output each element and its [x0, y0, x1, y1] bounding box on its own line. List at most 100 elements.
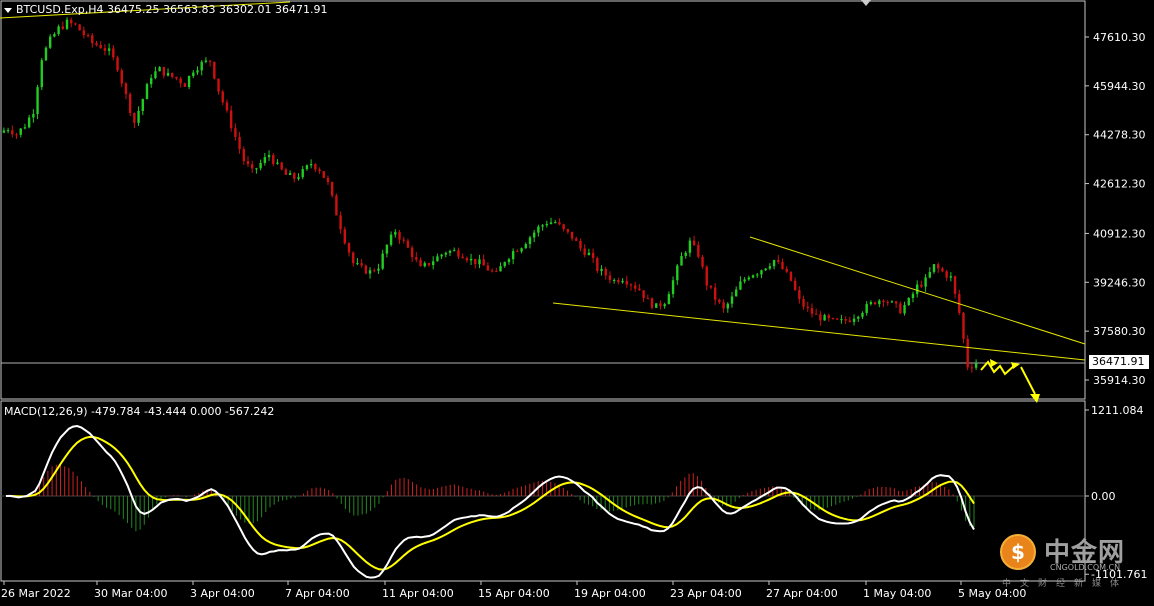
lower-trendline: [552, 302, 1086, 361]
candle-body: [238, 137, 241, 150]
chart-shift-marker-icon[interactable]: [861, 0, 871, 6]
candle-body: [781, 261, 784, 269]
candle-body: [537, 226, 540, 233]
price-axis-label: 42612.30: [1093, 178, 1146, 191]
candle-body: [823, 315, 826, 321]
candle-body: [137, 110, 140, 123]
candle-body: [596, 258, 599, 272]
candle-body: [507, 259, 511, 263]
candle-body: [735, 289, 738, 297]
projection-path: [980, 360, 1017, 376]
candle-body: [86, 35, 90, 37]
candle-body: [175, 76, 178, 79]
candle-body: [650, 298, 654, 308]
candle-body: [385, 244, 389, 254]
current-price-label: 36471.91: [1089, 355, 1149, 369]
candle-body: [179, 78, 182, 84]
candle-body: [150, 78, 153, 85]
candle-body: [680, 255, 683, 266]
candle-body: [431, 261, 435, 266]
candle-body: [697, 244, 700, 257]
candle-body: [318, 169, 321, 172]
candle-body: [486, 265, 490, 271]
candle-body: [448, 250, 452, 253]
candle-body: [162, 67, 166, 76]
candle-body: [61, 26, 65, 29]
candle-body: [840, 319, 843, 321]
candle-body: [474, 258, 477, 265]
candle-body: [684, 252, 687, 256]
candle-body: [730, 296, 734, 304]
symbol-info: BTCUSD.Exp,H4 36475.25 36563.83 36302.01…: [16, 3, 328, 16]
macd-signal-line: [6, 435, 975, 571]
candle-body: [899, 303, 902, 314]
candle-body: [436, 256, 439, 262]
candle-body: [187, 75, 191, 87]
candle-body: [103, 48, 107, 51]
candle-body: [911, 293, 915, 299]
chart-area[interactable]: 47610.30 45944.30 44278.30 42612.30 40912.30…: [0, 0, 1154, 603]
candle-body: [272, 155, 275, 164]
candle-body: [234, 128, 237, 138]
symbol-header[interactable]: BTCUSD.Exp,H4 36475.25 36563.83 36302.01…: [4, 3, 327, 16]
candle-body: [941, 268, 944, 272]
candle-body: [44, 47, 48, 61]
candle-body: [99, 45, 102, 49]
candle-body: [709, 285, 713, 288]
logo-badge-icon: $: [1000, 534, 1036, 570]
trendlines: [0, 1, 1086, 361]
candle-body: [692, 240, 696, 245]
candle-body: [196, 70, 199, 73]
candle-body: [739, 281, 742, 290]
candle-body: [634, 285, 637, 289]
candle-body: [394, 232, 397, 235]
candle-body: [966, 338, 969, 368]
candle-body: [878, 300, 881, 305]
time-axis-label: 11 Apr 04:00: [382, 587, 454, 600]
candle-body: [6, 130, 10, 132]
candle-body: [326, 177, 330, 183]
candle-body: [558, 222, 561, 225]
candle-body: [217, 78, 220, 92]
candle-body: [74, 23, 77, 25]
candle-body: [82, 30, 86, 36]
candle-body: [591, 252, 595, 259]
watermark-logo: $ 中金网 CNGOLD.COM.CN 中文财经新媒体: [1000, 530, 1150, 590]
candle-body: [836, 318, 839, 320]
candle-body: [415, 257, 418, 260]
candle-body: [158, 67, 161, 72]
candle-body: [444, 252, 448, 255]
candle-body: [503, 262, 506, 267]
candle-body: [646, 298, 650, 300]
candle-body: [932, 264, 936, 273]
candle-body: [722, 302, 725, 309]
candle-body: [772, 260, 776, 267]
candle-body: [915, 284, 919, 294]
candle-body: [276, 162, 279, 164]
chevron-down-icon[interactable]: [4, 7, 12, 13]
candle-body: [330, 182, 334, 196]
time-axis-label: 15 Apr 04:00: [478, 587, 550, 600]
candle-body: [949, 276, 953, 278]
candle-body: [255, 168, 258, 170]
candle-body: [663, 304, 666, 307]
candle-body: [19, 128, 22, 135]
candle-body: [549, 222, 553, 224]
candle-body: [962, 312, 965, 339]
candle-body: [861, 312, 864, 317]
candle-body: [873, 302, 877, 305]
candle-body: [284, 169, 288, 175]
time-axis-label: 1 May 04:00: [863, 587, 931, 600]
logo-tagline: 中文财经新媒体: [1002, 579, 1129, 589]
candle-body: [309, 164, 313, 166]
macd-main-line: [5, 424, 975, 579]
candle-body: [751, 275, 755, 278]
candle-body: [301, 169, 304, 178]
candle-body: [890, 301, 894, 303]
candle-body: [764, 268, 767, 271]
candle-body: [482, 259, 485, 266]
candle-body: [465, 258, 469, 261]
candle-body: [532, 232, 536, 238]
chart-svg: 47610.30 45944.30 44278.30 42612.30 40912.30…: [0, 0, 1147, 600]
candle-body: [655, 303, 658, 308]
